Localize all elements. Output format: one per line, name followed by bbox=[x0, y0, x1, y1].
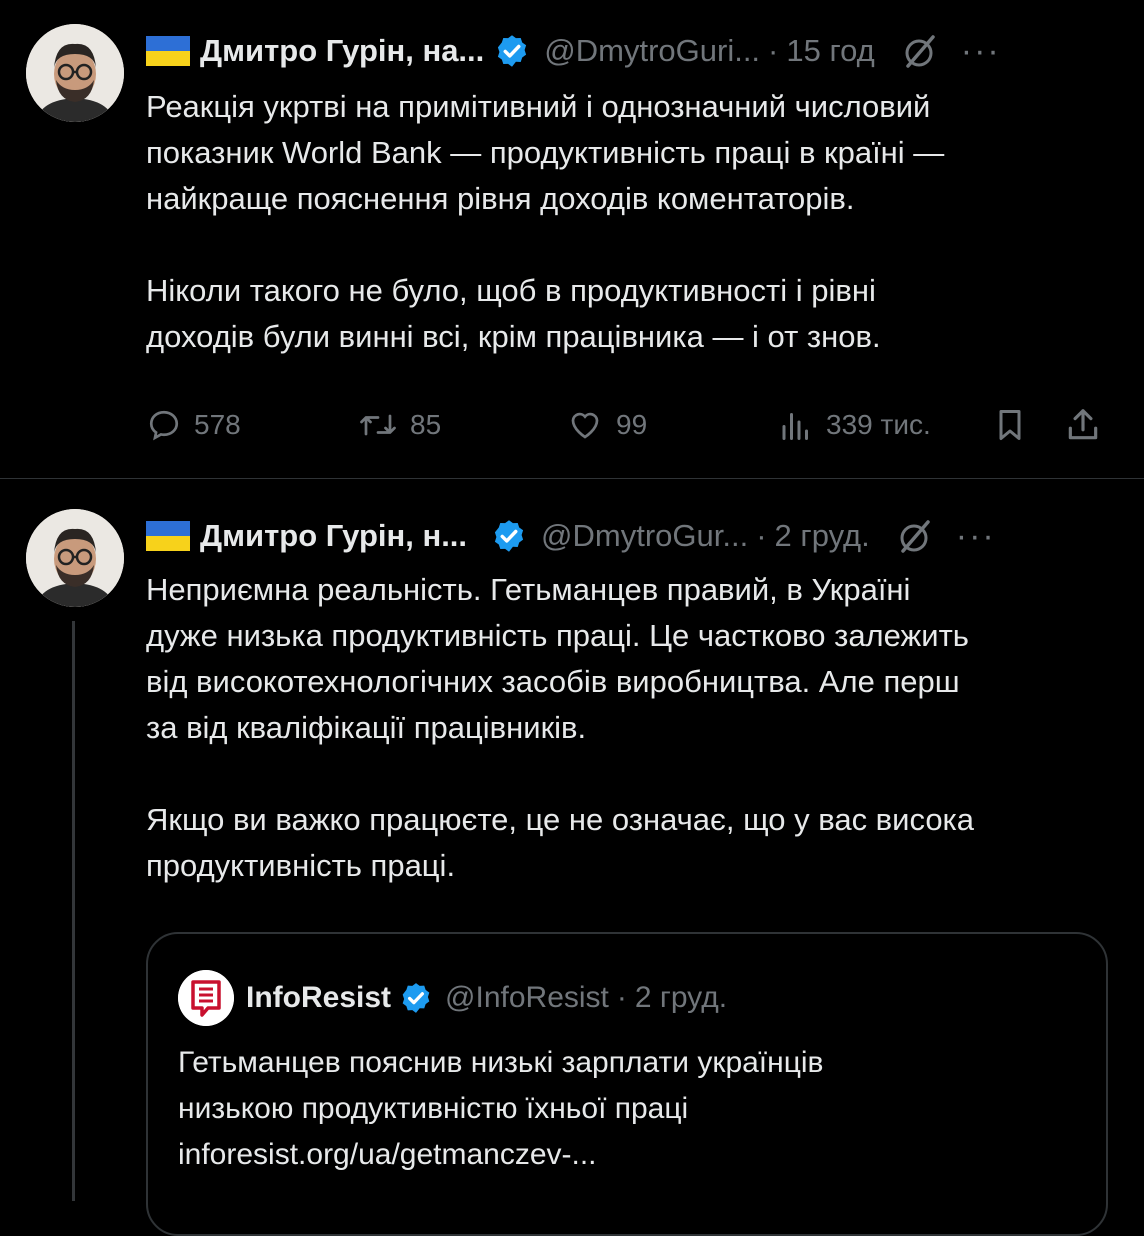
thread-line bbox=[72, 621, 75, 1201]
tweet-text: Реакція укртві на примітивний і однознач… bbox=[146, 84, 1104, 360]
bookmark-icon bbox=[999, 410, 1021, 440]
more-icon[interactable]: ··· bbox=[961, 34, 1001, 68]
ukraine-flag-icon bbox=[146, 36, 190, 66]
share-button[interactable] bbox=[1064, 406, 1114, 444]
separator-dot: · bbox=[768, 33, 779, 68]
repost-button[interactable]: 85 bbox=[358, 407, 441, 443]
author-name[interactable]: Дмитро Гурін, на... bbox=[200, 33, 484, 69]
tweet-2[interactable]: Дмитро Гурін, н... @DmytroGur... · 2 гру… bbox=[0, 479, 1144, 1236]
grok-icon[interactable] bbox=[899, 31, 939, 71]
views-icon bbox=[782, 413, 808, 440]
paragraph: Неприємна реальність. Гетьманцев правий,… bbox=[146, 572, 969, 745]
avatar[interactable] bbox=[26, 509, 124, 607]
paragraph: Реакція укртві на примітивний і однознач… bbox=[146, 89, 945, 216]
share-icon bbox=[1068, 409, 1098, 440]
verified-badge-icon bbox=[498, 35, 527, 67]
timestamp[interactable]: 15 год bbox=[786, 33, 874, 69]
like-icon bbox=[571, 412, 599, 439]
separator-dot: · bbox=[616, 981, 627, 1014]
tweet-1[interactable]: Дмитро Гурін, на... @DmytroGuri... · 15 … bbox=[0, 0, 1144, 478]
author-name[interactable]: Дмитро Гурін, н... bbox=[200, 518, 467, 554]
reply-count: 578 bbox=[194, 409, 241, 440]
reply-button[interactable]: 578 bbox=[146, 407, 241, 443]
repost-icon bbox=[360, 414, 396, 436]
quote-author-name[interactable]: InfoResist bbox=[246, 981, 391, 1015]
paragraph: Ніколи такого не було, щоб в продуктивно… bbox=[146, 273, 881, 354]
tweet-text: Неприємна реальність. Гетьманцев правий,… bbox=[146, 567, 1104, 889]
author-handle[interactable]: @DmytroGur... bbox=[541, 518, 748, 554]
verified-badge-icon bbox=[494, 520, 524, 552]
views-count: 339 тис. bbox=[826, 409, 931, 440]
like-count: 99 bbox=[616, 409, 648, 440]
quote-text: Гетьманцев пояснив низькі зарплати украї… bbox=[178, 1040, 1076, 1178]
quote-author-handle[interactable]: @InfoResist bbox=[445, 981, 609, 1015]
quote-timestamp[interactable]: 2 груд. bbox=[635, 981, 727, 1015]
bookmark-button[interactable] bbox=[992, 406, 1040, 444]
paragraph: Якщо ви важко працюєте, це не означає, щ… bbox=[146, 802, 975, 883]
quoted-tweet[interactable]: InfoResist @InfoResist · 2 груд. Гетьман… bbox=[146, 932, 1108, 1236]
views-button[interactable]: 339 тис. bbox=[778, 407, 931, 443]
quote-link[interactable]: inforesist.org/ua/getmanczev-... bbox=[178, 1132, 1076, 1178]
grok-icon[interactable] bbox=[894, 516, 934, 556]
more-icon[interactable]: ··· bbox=[956, 519, 996, 553]
verified-badge-icon bbox=[402, 983, 430, 1013]
author-handle[interactable]: @DmytroGuri... bbox=[544, 33, 760, 69]
ukraine-flag-icon bbox=[146, 521, 190, 551]
tweet-header: Дмитро Гурін, на... @DmytroGuri... · 15 … bbox=[146, 26, 1114, 76]
reply-icon bbox=[149, 410, 179, 441]
avatar[interactable] bbox=[26, 24, 124, 122]
like-button[interactable]: 99 bbox=[566, 407, 647, 443]
repost-count: 85 bbox=[410, 409, 442, 440]
separator-dot: · bbox=[756, 518, 767, 553]
inforesist-logo-icon bbox=[178, 970, 234, 1026]
action-bar: 578 85 99 339 тис. bbox=[146, 400, 1104, 450]
tweet-header: Дмитро Гурін, н... @DmytroGur... · 2 гру… bbox=[146, 511, 1114, 561]
timestamp[interactable]: 2 груд. bbox=[775, 518, 870, 554]
quote-header: InfoResist @InfoResist · 2 груд. bbox=[178, 970, 727, 1026]
